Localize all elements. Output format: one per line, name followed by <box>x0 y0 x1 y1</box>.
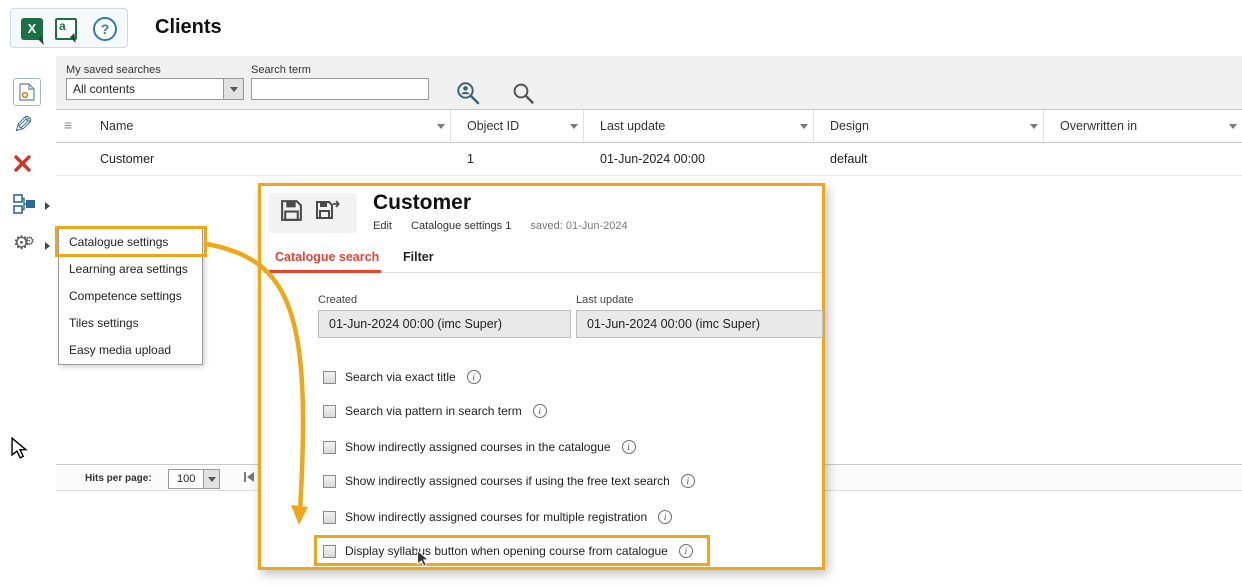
info-icon[interactable] <box>658 510 672 524</box>
document-icon <box>19 83 35 101</box>
checkbox-row-syllabus-button: Display syllabus button when opening cou… <box>323 542 693 560</box>
cell-design: default <box>814 143 1044 175</box>
info-icon[interactable] <box>533 404 547 418</box>
dialog-title: Customer <box>373 191 471 215</box>
chevron-down-icon <box>208 477 216 482</box>
created-field: 01-Jun-2024 00:00 (imc Super) <box>318 310 571 338</box>
checkbox-row-multiple-registration: Show indirectly assigned courses for mul… <box>323 508 672 526</box>
menu-item-learning-area-settings[interactable]: Learning area settings <box>59 256 202 283</box>
menu-item-easy-media-upload[interactable]: Easy media upload <box>59 337 202 364</box>
dialog-tabs: Catalogue search Filter <box>261 242 822 273</box>
column-header-overwritten-in[interactable]: Overwritten in <box>1044 110 1242 142</box>
settings-gears-icon[interactable]: ⚙⚙ <box>13 234 29 253</box>
dropdown-arrow-button[interactable] <box>203 470 219 488</box>
checkbox-row-indirect-freetext: Show indirectly assigned courses if usin… <box>323 472 695 490</box>
last-update-label: Last update <box>576 294 634 306</box>
sidebar: ✎ ⚙⚙ <box>0 56 56 587</box>
search-term-label: Search term <box>251 64 311 76</box>
excel-export-icon[interactable] <box>21 18 43 40</box>
info-icon[interactable] <box>467 370 481 384</box>
checkbox-multiple-registration[interactable] <box>323 511 336 524</box>
info-icon[interactable] <box>622 440 636 454</box>
hits-per-page-label: Hits per page: <box>85 473 152 484</box>
filter-chevron-icon[interactable] <box>800 124 808 129</box>
export-arrow-icon <box>70 33 80 43</box>
save-icon <box>279 198 304 223</box>
active-tab-indicator <box>269 270 381 273</box>
info-icon[interactable] <box>681 474 695 488</box>
cell-object-id: 1 <box>451 143 584 175</box>
checkbox-row-indirect-catalogue: Show indirectly assigned courses in the … <box>323 438 636 456</box>
checkbox-row-exact-title: Search via exact title <box>323 368 481 386</box>
filter-chevron-icon[interactable] <box>437 124 445 129</box>
row-menu-icon[interactable]: ≡ <box>56 110 84 142</box>
filter-chevron-icon[interactable] <box>570 124 578 129</box>
filter-chevron-icon[interactable] <box>1030 124 1038 129</box>
menu-item-tiles-settings[interactable]: Tiles settings <box>59 310 202 337</box>
tab-catalogue-search[interactable]: Catalogue search <box>275 250 379 264</box>
checkbox-row-pattern-search: Search via pattern in search term <box>323 402 547 420</box>
column-header-last-update[interactable]: Last update <box>584 110 814 142</box>
first-page-button[interactable] <box>244 472 254 482</box>
info-icon[interactable] <box>679 544 693 558</box>
search-icon[interactable] <box>512 82 535 110</box>
save-close-icon <box>315 197 342 223</box>
last-update-field: 01-Jun-2024 00:00 (imc Super) <box>576 310 823 338</box>
settings-context-menu: Catalogue settings Learning area setting… <box>58 228 203 365</box>
chevron-down-icon <box>230 87 238 92</box>
tab-filter[interactable]: Filter <box>403 250 434 264</box>
dropdown-arrow-button[interactable] <box>223 79 243 99</box>
save-and-close-button[interactable] <box>315 197 342 228</box>
menu-item-competence-settings[interactable]: Competence settings <box>59 283 202 310</box>
excel-export-titles-icon[interactable] <box>55 18 77 40</box>
submenu-arrow-icon <box>45 202 50 210</box>
search-users-icon[interactable] <box>455 80 482 112</box>
checkbox-indirect-freetext[interactable] <box>323 475 336 488</box>
dialog-subtitle: Edit Catalogue settings 1 saved: 01-Jun-… <box>373 220 628 232</box>
clients-admin-page: Clients ✎ ⚙⚙ My saved searches All conte… <box>0 0 1242 587</box>
dialog-saved-text: saved: 01-Jun-2024 <box>530 220 627 232</box>
cell-name[interactable]: Customer <box>84 143 451 175</box>
search-term-input[interactable] <box>251 78 429 100</box>
submenu-arrow-icon <box>45 242 50 250</box>
menu-item-catalogue-settings[interactable]: Catalogue settings <box>59 229 202 256</box>
dialog-mode: Edit <box>373 220 392 232</box>
assignment-org-icon[interactable] <box>13 194 37 219</box>
report-document-button[interactable] <box>13 78 41 106</box>
first-page-icon <box>247 472 254 482</box>
dialog-breadcrumb: Catalogue settings 1 <box>411 220 511 232</box>
column-header-name[interactable]: Name <box>84 110 451 142</box>
table-row[interactable]: Customer 1 01-Jun-2024 00:00 default <box>56 143 1242 176</box>
saved-searches-label: My saved searches <box>66 64 161 76</box>
export-arrow-icon <box>38 35 48 45</box>
saved-searches-dropdown[interactable]: All contents <box>66 78 244 100</box>
page-title: Clients <box>155 16 222 39</box>
checkbox-indirect-catalogue[interactable] <box>323 441 336 454</box>
filter-chevron-icon[interactable] <box>1229 124 1237 129</box>
catalogue-settings-dialog: Customer Edit Catalogue settings 1 saved… <box>258 183 825 570</box>
table-header: ≡ Name Object ID Last update Design Over… <box>56 110 1242 143</box>
help-icon[interactable] <box>93 17 117 41</box>
top-header: Clients <box>0 0 1242 56</box>
edit-pencil-icon[interactable]: ✎ <box>13 114 33 138</box>
saved-searches-value: All contents <box>73 82 135 96</box>
column-header-design[interactable]: Design <box>814 110 1044 142</box>
header-icon-group <box>10 8 128 48</box>
search-toolbar: My saved searches All contents Search te… <box>56 56 1242 110</box>
hits-per-page-dropdown[interactable]: 100 <box>168 469 220 489</box>
created-label: Created <box>318 294 357 306</box>
column-header-object-id[interactable]: Object ID <box>451 110 584 142</box>
delete-icon[interactable] <box>13 154 32 178</box>
cell-overwritten-in <box>1044 143 1242 175</box>
checkbox-syllabus-button[interactable] <box>323 545 336 558</box>
cell-last-update: 01-Jun-2024 00:00 <box>584 143 814 175</box>
save-button[interactable] <box>279 198 304 228</box>
checkbox-pattern-search[interactable] <box>323 405 336 418</box>
checkbox-exact-title[interactable] <box>323 371 336 384</box>
